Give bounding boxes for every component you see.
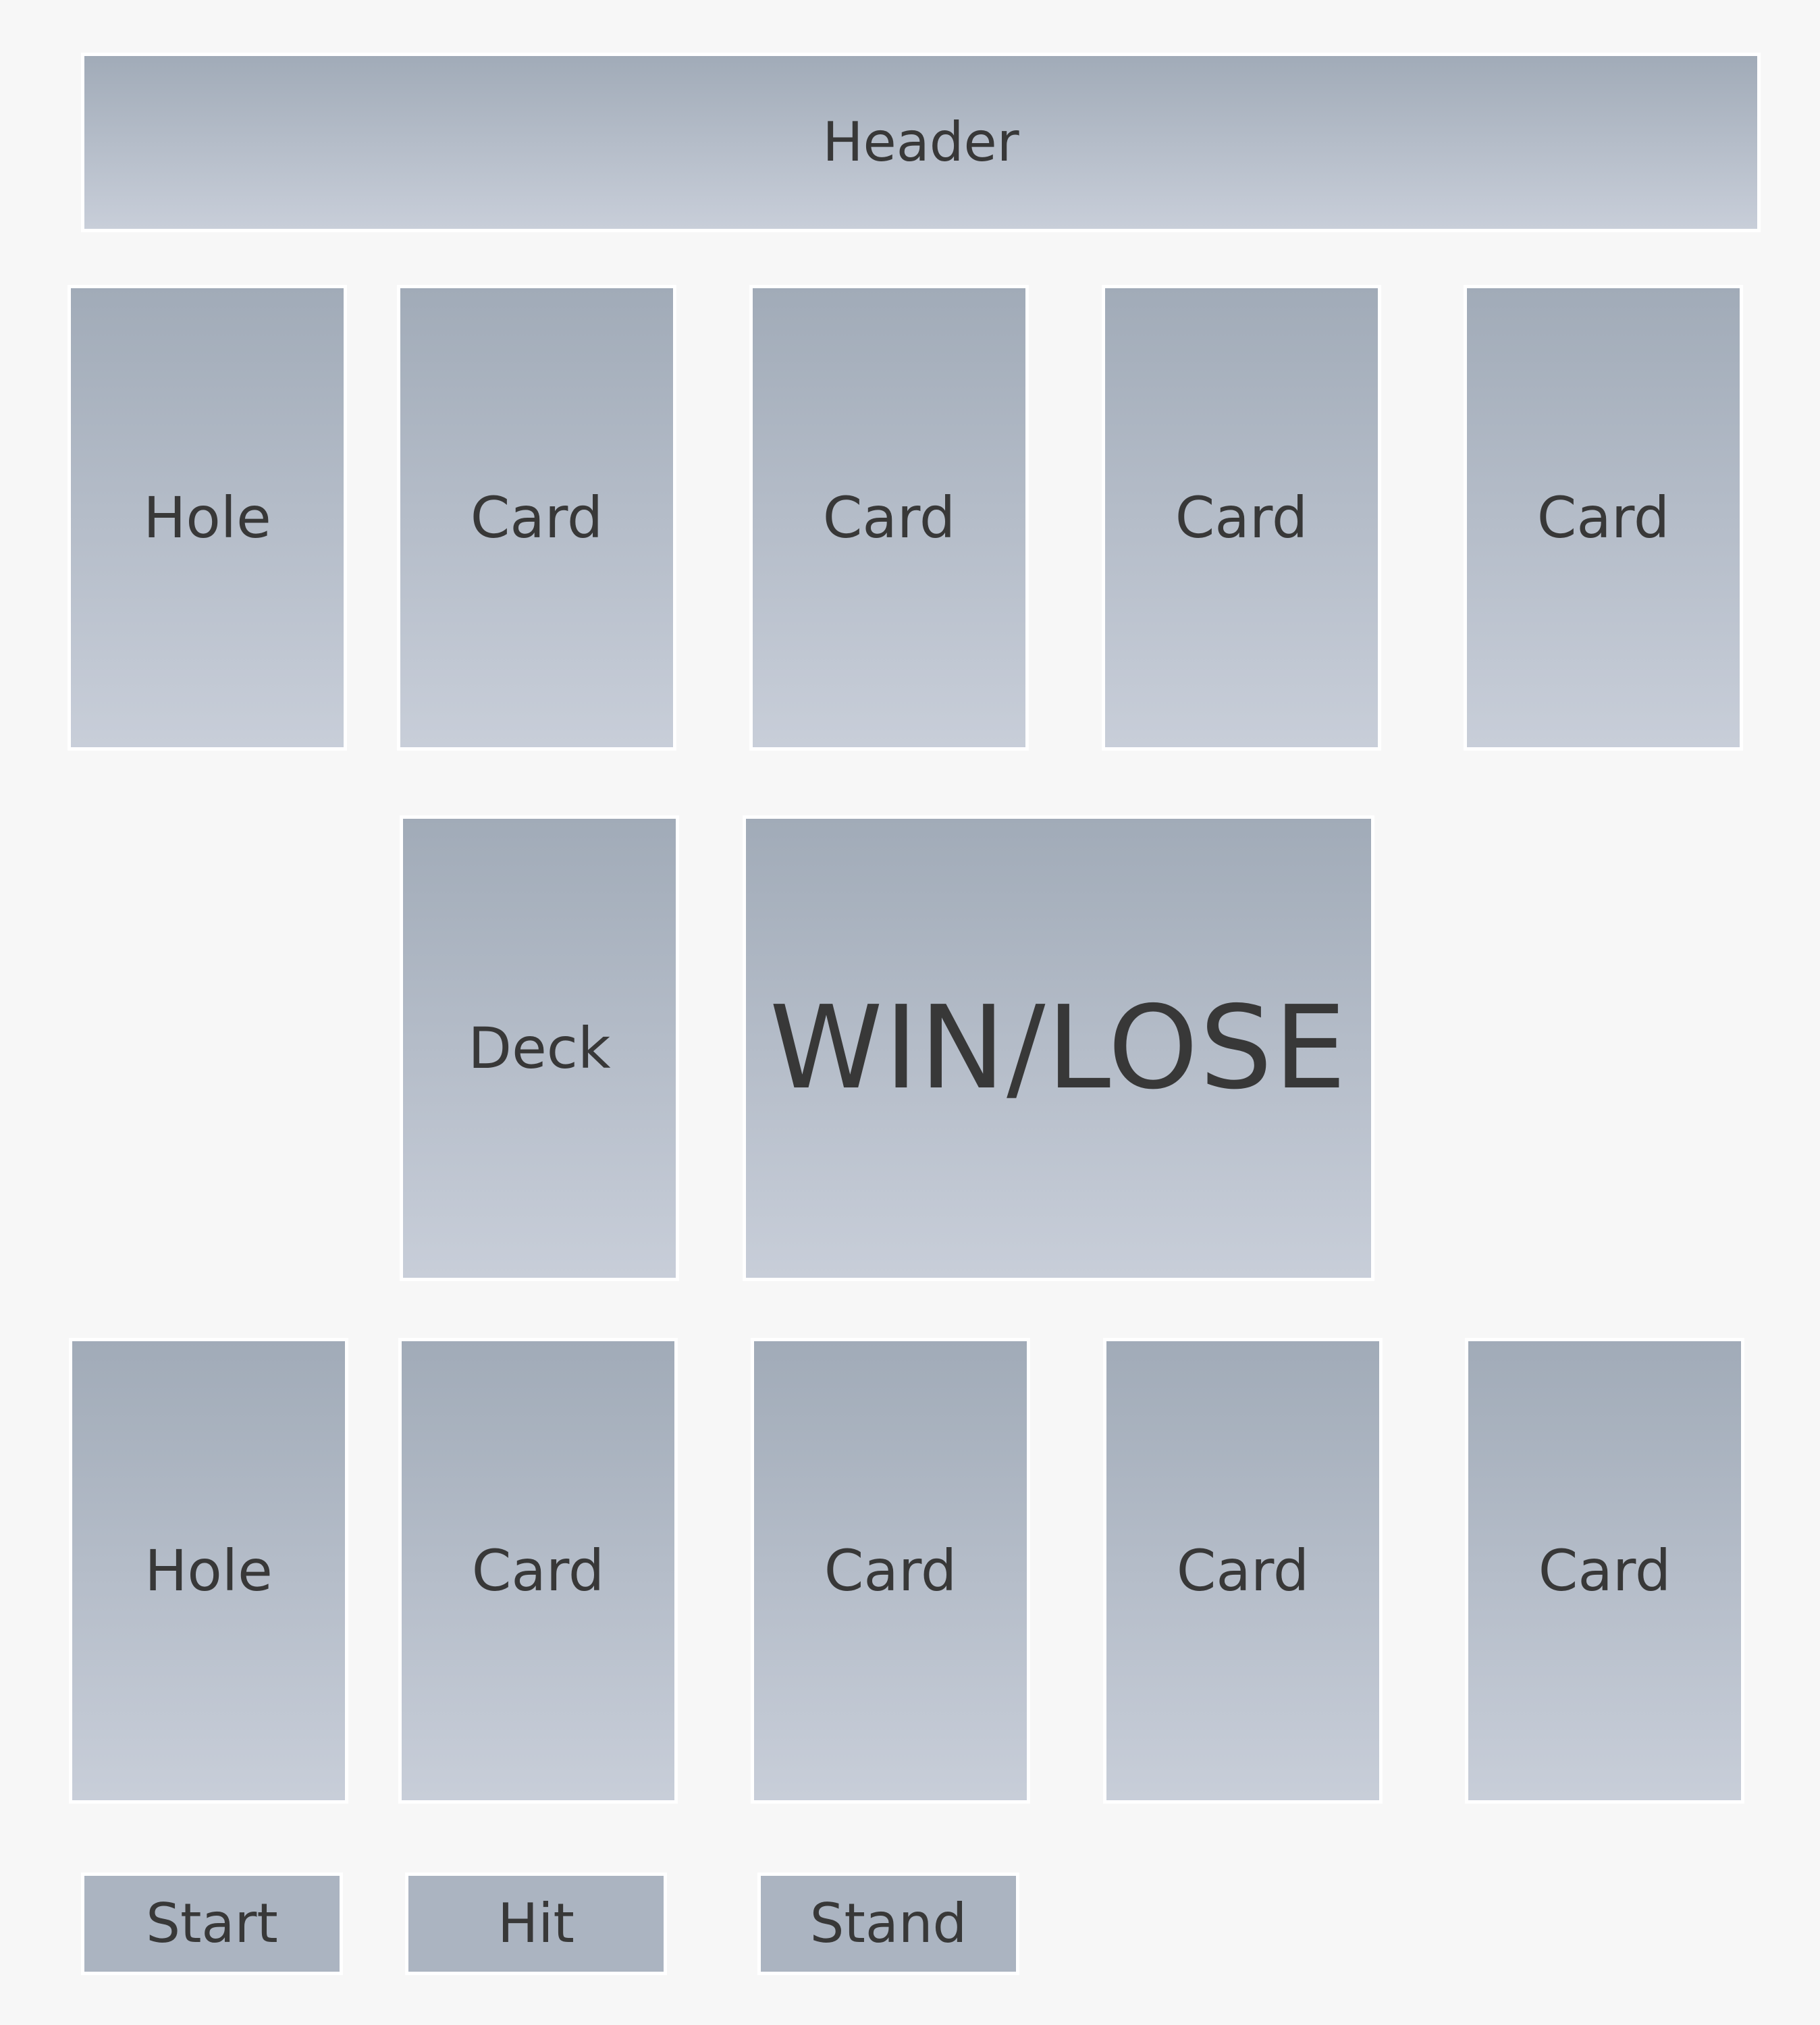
player-card-label: Card [471, 1538, 605, 1604]
deck-label: Deck [468, 1015, 611, 1081]
stand-button-label: Stand [809, 1892, 967, 1955]
header-bar: Header [81, 53, 1761, 232]
hit-button-label: Hit [498, 1892, 574, 1955]
result-label: WIN/LOSE [769, 981, 1348, 1115]
player-hole-card[interactable]: Hole [69, 1338, 348, 1804]
dealer-card-4[interactable]: Card [1464, 285, 1743, 751]
dealer-hole-label: Hole [143, 485, 271, 551]
dealer-hole-card[interactable]: Hole [68, 285, 347, 751]
start-button[interactable]: Start [81, 1872, 343, 1975]
player-card-label: Card [1176, 1538, 1310, 1604]
dealer-card-label: Card [1536, 485, 1670, 551]
dealer-card-label: Card [470, 485, 604, 551]
dealer-card-label: Card [822, 485, 956, 551]
player-card-1[interactable]: Card [398, 1338, 678, 1804]
dealer-card-2[interactable]: Card [749, 285, 1029, 751]
dealer-card-label: Card [1175, 485, 1308, 551]
player-card-3[interactable]: Card [1103, 1338, 1383, 1804]
deck-pile[interactable]: Deck [400, 815, 679, 1281]
dealer-card-3[interactable]: Card [1102, 285, 1381, 751]
player-card-label: Card [824, 1538, 957, 1604]
player-hole-label: Hole [144, 1538, 273, 1604]
dealer-card-1[interactable]: Card [397, 285, 676, 751]
stand-button[interactable]: Stand [757, 1872, 1019, 1975]
header-title: Header [822, 111, 1019, 173]
result-display: WIN/LOSE [743, 815, 1374, 1281]
player-card-4[interactable]: Card [1465, 1338, 1744, 1804]
player-card-label: Card [1538, 1538, 1671, 1604]
player-card-2[interactable]: Card [751, 1338, 1030, 1804]
hit-button[interactable]: Hit [405, 1872, 667, 1975]
start-button-label: Start [146, 1892, 278, 1955]
